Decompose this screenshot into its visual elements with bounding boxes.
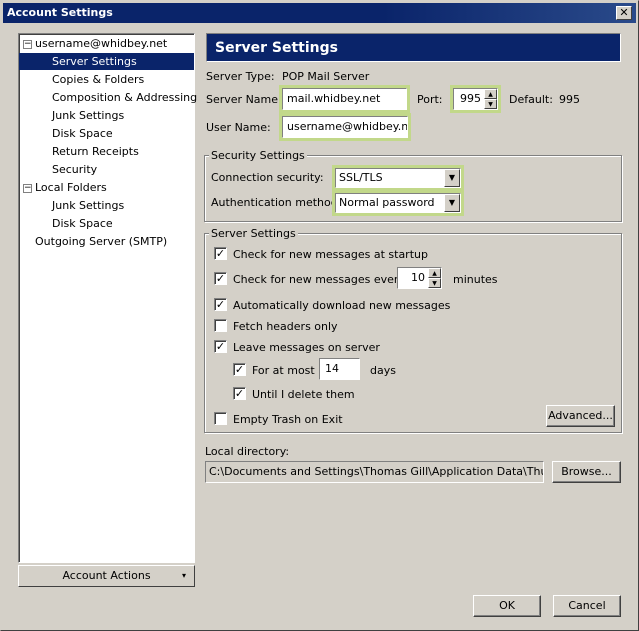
port-stepper[interactable]: 995 ▲ ▼ [453,88,498,110]
days-input[interactable]: 14 [319,358,360,380]
spin-down-icon[interactable]: ▼ [428,278,441,288]
connection-security-select[interactable]: SSL/TLS ▼ [335,168,461,188]
leave-on-server-label: Leave messages on server [233,341,380,354]
auto-download-checkbox[interactable]: ✓ [214,298,227,311]
spin-up-icon[interactable]: ▲ [428,268,441,278]
check-every-label: Check for new messages every [233,273,405,286]
browse-button[interactable]: Browse... [552,461,621,483]
chevron-down-icon[interactable]: ▼ [444,169,460,187]
window-title: Account Settings [7,6,113,19]
minutes-label: minutes [453,273,498,286]
tree-item-return-receipts[interactable]: Return Receipts [52,143,139,160]
chevron-down-icon: ▾ [181,571,186,580]
fetch-headers-checkbox[interactable] [214,319,227,332]
server-settings-title: Server Settings [209,227,298,240]
server-name-label: Server Name: [206,93,282,106]
local-directory-input[interactable]: C:\Documents and Settings\Thomas Gill\Ap… [205,461,544,483]
title-bar: Account Settings ✕ [3,3,636,23]
empty-trash-label: Empty Trash on Exit [233,413,343,426]
tree-item-junk-settings[interactable]: Junk Settings [52,107,124,124]
fetch-headers-label: Fetch headers only [233,320,338,333]
spin-down-icon[interactable]: ▼ [484,99,497,109]
check-interval-stepper[interactable]: 10 ▲ ▼ [397,267,442,289]
spin-up-icon[interactable]: ▲ [484,89,497,99]
account-tree[interactable]: − username@whidbey.net Server Settings C… [18,33,197,563]
tree-item-security[interactable]: Security [52,161,97,178]
tree-item-local-disk-space[interactable]: Disk Space [52,215,113,232]
check-interval-value: 10 [411,271,425,284]
port-label: Port: [417,93,443,106]
for-at-most-checkbox[interactable]: ✓ [233,363,246,376]
local-directory-label: Local directory: [205,445,290,458]
chevron-down-icon[interactable]: ▼ [444,194,460,212]
tree-item-account[interactable]: username@whidbey.net [35,35,167,52]
until-delete-label: Until I delete them [252,388,355,401]
auto-download-label: Automatically download new messages [233,299,451,312]
check-startup-label: Check for new messages at startup [233,248,428,261]
close-icon[interactable]: ✕ [616,6,632,20]
user-name-label: User Name: [206,121,271,134]
server-settings-group [204,233,622,433]
port-value: 995 [460,92,481,105]
auth-method-label: Authentication method: [211,196,342,209]
server-type-label: Server Type: [206,70,275,83]
account-actions-label: Account Actions [62,569,151,582]
empty-trash-checkbox[interactable] [214,412,227,425]
check-startup-checkbox[interactable]: ✓ [214,247,227,260]
tree-item-outgoing-server[interactable]: Outgoing Server (SMTP) [35,233,167,250]
account-actions-button[interactable]: Account Actions ▾ [18,565,195,587]
ok-button[interactable]: OK [473,595,541,617]
advanced-button[interactable]: Advanced... [546,405,615,427]
default-port-label: Default: [509,93,553,106]
collapse-icon[interactable]: − [23,40,32,49]
security-settings-title: Security Settings [209,149,307,162]
connection-security-label: Connection security: [211,171,324,184]
tree-item-composition[interactable]: Composition & Addressing [52,89,197,106]
server-type-value: POP Mail Server [282,70,370,83]
collapse-icon[interactable]: − [23,184,32,193]
tree-item-server-settings[interactable]: Server Settings [19,53,194,70]
auth-method-select[interactable]: Normal password ▼ [335,193,461,213]
tree-item-disk-space[interactable]: Disk Space [52,125,113,142]
check-every-checkbox[interactable]: ✓ [214,272,227,285]
spin-arrows[interactable]: ▲ ▼ [428,268,441,288]
tree-item-local-junk-settings[interactable]: Junk Settings [52,197,124,214]
for-at-most-label: For at most [252,364,315,377]
user-name-input[interactable]: username@whidbey.net [282,116,408,138]
tree-item-local-folders[interactable]: Local Folders [35,179,107,196]
days-label: days [370,364,396,377]
until-delete-checkbox[interactable]: ✓ [233,387,246,400]
tree-item-copies-folders[interactable]: Copies & Folders [52,71,144,88]
auth-method-value: Normal password [339,196,435,209]
page-title: Server Settings [206,33,621,62]
spin-arrows[interactable]: ▲ ▼ [484,89,497,109]
connection-security-value: SSL/TLS [339,171,383,184]
leave-on-server-checkbox[interactable]: ✓ [214,340,227,353]
default-port-value: 995 [559,93,580,106]
cancel-button[interactable]: Cancel [553,595,621,617]
server-name-input[interactable]: mail.whidbey.net [282,88,407,110]
account-settings-window: Account Settings ✕ − username@whidbey.ne… [0,0,639,631]
